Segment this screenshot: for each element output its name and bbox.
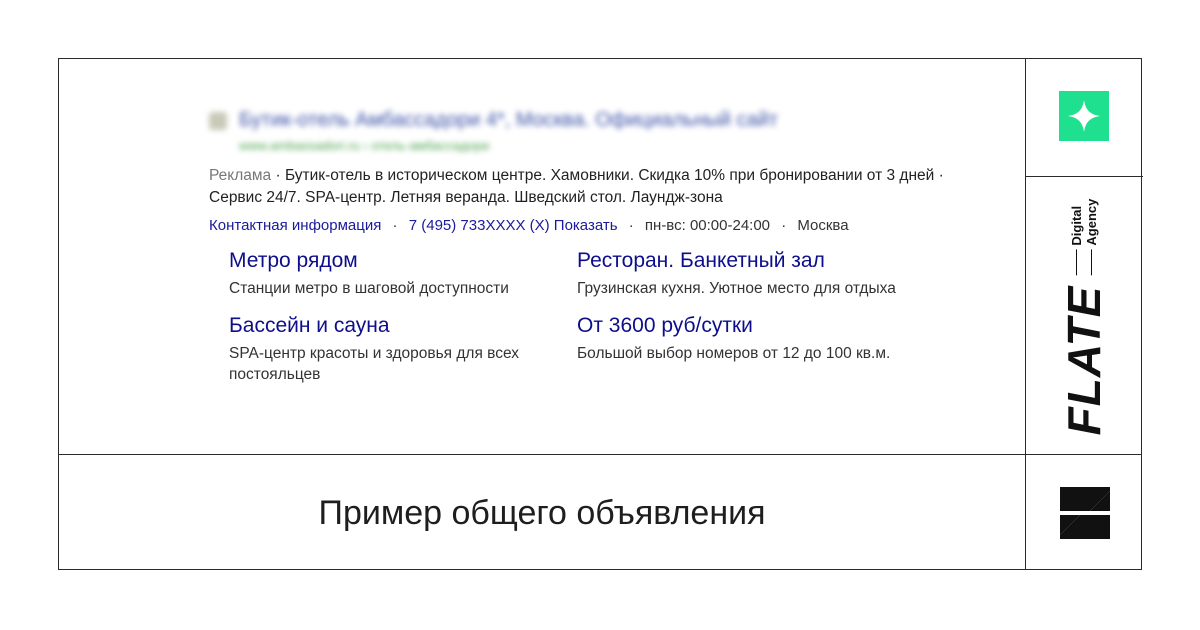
ad-description: Реклама · Бутик-отель в историческом цен… (209, 165, 949, 209)
ad-preview: Бутик-отель Амбассадори 4*, Москва. Офиц… (209, 109, 949, 385)
caption: Пример общего объявления (318, 493, 766, 532)
brand-block: FLATE Digital Agency (1025, 177, 1143, 454)
brand-sub-digital: Digital (1069, 199, 1084, 276)
sitelink-item: Ресторан. Банкетный зал Грузинская кухня… (577, 248, 907, 299)
sitelink-desc: Грузинская кухня. Уютное место для отдых… (577, 280, 896, 297)
description-separator: · (271, 167, 285, 184)
city: Москва (797, 217, 849, 234)
ad-contacts: Контактная информация · 7 (495) 733XXXX … (209, 217, 949, 234)
sitelink-title[interactable]: Бассейн и сауна (229, 313, 577, 339)
z-logo-icon (1060, 487, 1110, 539)
z-logo-shape (1060, 487, 1110, 539)
sitelink-desc: SPA-центр красоты и здоровья для всех по… (229, 345, 519, 383)
separator-dot: · (628, 217, 634, 234)
ad-title[interactable]: Бутик-отель Амбассадори 4*, Москва. Офиц… (239, 109, 778, 132)
sitelink-desc: Станции метро в шаговой доступности (229, 280, 509, 297)
ad-label: Реклама (209, 167, 272, 184)
brand-sub-agency: Agency (1084, 199, 1099, 276)
brand-logotype: FLATE Digital Agency (1057, 199, 1111, 436)
sitelinks: Метро рядом Станции метро в шаговой дост… (229, 248, 949, 385)
brand-name: FLATE (1058, 285, 1110, 436)
four-point-star-icon (1059, 91, 1109, 141)
favicon-icon (209, 111, 227, 130)
working-hours: пн-вс: 00:00-24:00 (644, 217, 771, 234)
sitelink-item: Бассейн и сауна SPA-центр красоты и здор… (229, 313, 577, 385)
sitelink-item: Метро рядом Станции метро в шаговой дост… (229, 248, 577, 299)
brand-tagline: Digital Agency (1069, 199, 1099, 276)
sitelink-title[interactable]: От 3600 руб/сутки (577, 313, 907, 339)
phone-link[interactable]: 7 (495) 733XXXX (X) Показать (409, 217, 618, 234)
star-shape (1068, 100, 1100, 132)
sitelink-desc: Большой выбор номеров от 12 до 100 кв.м. (577, 345, 891, 362)
ad-description-text: Бутик-отель в историческом центре. Хамов… (209, 167, 944, 206)
sitelink-title[interactable]: Ресторан. Банкетный зал (577, 248, 907, 274)
card-frame: Бутик-отель Амбассадори 4*, Москва. Офиц… (58, 58, 1143, 570)
sitelink-title[interactable]: Метро рядом (229, 248, 577, 274)
ad-title-row: Бутик-отель Амбассадори 4*, Москва. Офиц… (209, 109, 949, 132)
separator-dot: · (392, 217, 398, 234)
sitelink-item: От 3600 руб/сутки Большой выбор номеров … (577, 313, 907, 385)
ad-url[interactable]: www.ambassadori.ru › отель-амбассадори (239, 138, 949, 153)
separator-dot: · (781, 217, 787, 234)
contact-info-link[interactable]: Контактная информация (209, 217, 381, 234)
